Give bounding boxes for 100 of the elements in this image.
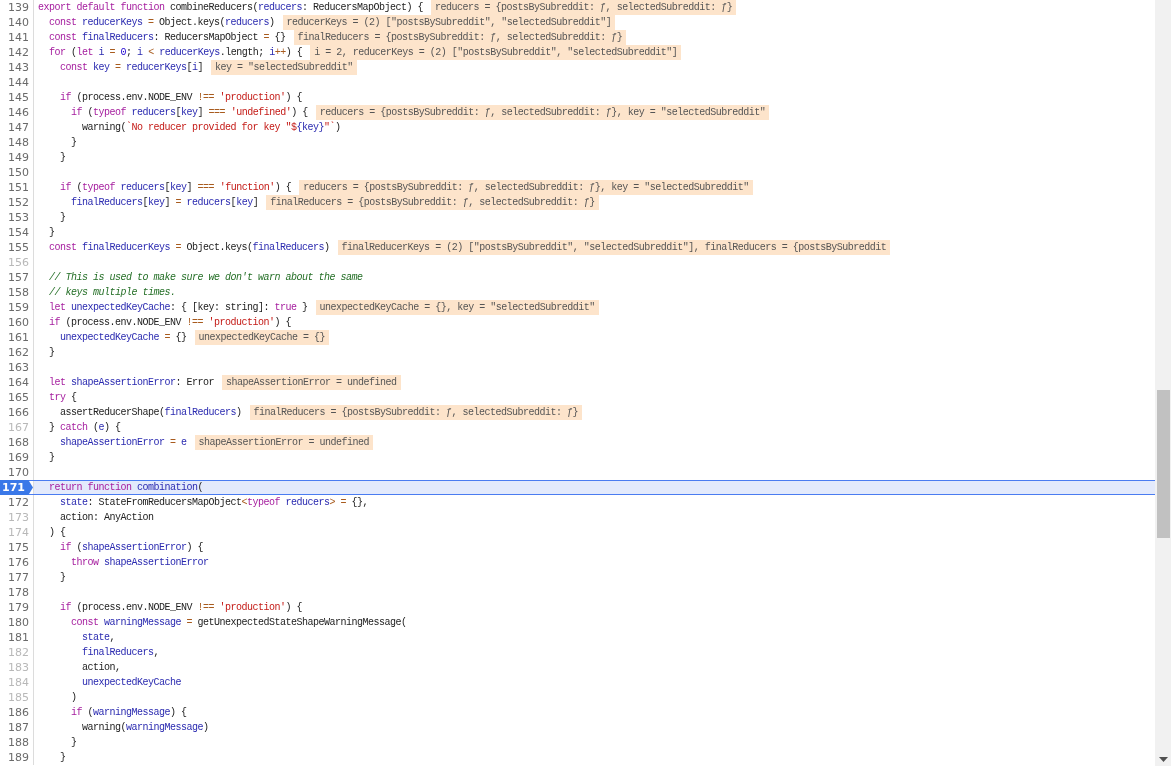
inline-value: shapeAssertionError = undefined	[222, 375, 401, 390]
line-number[interactable]: 178	[0, 585, 33, 600]
code-line: ) {	[48, 526, 66, 540]
code-line: if (warningMessage) {	[70, 706, 187, 720]
line-number[interactable]: 152	[0, 195, 33, 210]
inline-value: i = 2, reducerKeys = (2) ["postsBySubreddit", "selectedSubreddit"]	[310, 45, 682, 60]
inline-value: key = "selectedSubreddit"	[211, 60, 357, 75]
code-line: unexpectedKeyCache	[81, 676, 182, 690]
line-number[interactable]: 157	[0, 270, 33, 285]
code-line: action,	[81, 661, 121, 675]
line-number[interactable]: 147	[0, 120, 33, 135]
code-line: )	[70, 691, 77, 705]
code-line: throw shapeAssertionError	[70, 556, 209, 570]
line-number[interactable]: 177	[0, 570, 33, 585]
inline-value: reducerKeys = (2) ["postsBySubreddit", "selectedSubreddit"]	[282, 15, 616, 30]
code-line: warning(warningMessage)	[81, 721, 209, 735]
line-number[interactable]: 179	[0, 600, 33, 615]
code-line: const finalReducerKeys = Object.keys(finalReducers)	[48, 241, 330, 255]
line-number[interactable]: 168	[0, 435, 33, 450]
code-line: }	[48, 226, 55, 240]
line-number[interactable]: 189	[0, 750, 33, 765]
inline-value: reducers = {postsBySubreddit: ƒ, selectedSubreddit: ƒ}, key = "selectedSubreddit"	[299, 180, 753, 195]
inline-value: shapeAssertionError = undefined	[194, 435, 374, 450]
code-line: return function combination(	[48, 481, 204, 495]
line-number[interactable]: 169	[0, 450, 33, 465]
code-line: let shapeAssertionError: Error	[48, 376, 215, 390]
line-number[interactable]: 139	[0, 0, 33, 15]
code-line: }	[48, 451, 55, 465]
code-line: }	[59, 571, 66, 585]
code-line: }	[59, 211, 66, 225]
line-number[interactable]: 170	[0, 465, 33, 480]
line-number[interactable]: 148	[0, 135, 33, 150]
line-number[interactable]: 162	[0, 345, 33, 360]
code-line: }	[70, 136, 77, 150]
code-line: assertReducerShape(finalReducers)	[59, 406, 242, 420]
code-line: const key = reducerKeys[i]	[59, 61, 204, 75]
code-line: const reducerKeys = Object.keys(reducers)	[48, 16, 275, 30]
code-line: if (typeof reducers[key] === 'undefined') {	[70, 106, 308, 120]
line-number[interactable]: 146	[0, 105, 33, 120]
code-line: let unexpectedKeyCache: { [key: string]: true }	[48, 301, 308, 315]
code-line: if (shapeAssertionError) {	[59, 541, 204, 555]
line-number[interactable]: 142	[0, 45, 33, 60]
line-number[interactable]: 153	[0, 210, 33, 225]
code-line: // keys multiple times.	[48, 286, 176, 300]
line-number[interactable]: 141	[0, 30, 33, 45]
inline-value: finalReducers = {postsBySubreddit: ƒ, selectedSubreddit: ƒ}	[249, 405, 583, 420]
code-line: for (let i = 0; i < reducerKeys.length; i++) {	[48, 46, 303, 60]
line-number[interactable]: 140	[0, 15, 33, 30]
line-number[interactable]: 144	[0, 75, 33, 90]
line-number[interactable]: 188	[0, 735, 33, 750]
scroll-down-icon[interactable]	[1158, 757, 1168, 762]
code-line: shapeAssertionError = e	[59, 436, 187, 450]
line-number[interactable]: 164	[0, 375, 33, 390]
code-line: }	[70, 736, 77, 750]
line-number[interactable]: 161	[0, 330, 33, 345]
line-number[interactable]: 181	[0, 630, 33, 645]
code-line: }	[59, 751, 66, 765]
code-line: finalReducers[key] = reducers[key]	[70, 196, 259, 210]
line-number[interactable]: 159	[0, 300, 33, 315]
line-number[interactable]: 172	[0, 495, 33, 510]
scrollbar[interactable]	[1155, 0, 1171, 766]
code-line: try {	[48, 391, 77, 405]
inline-value: finalReducers = {postsBySubreddit: ƒ, selectedSubreddit: ƒ}	[293, 30, 627, 45]
line-number[interactable]: 166	[0, 405, 33, 420]
code-line: if (typeof reducers[key] === 'function') {	[59, 181, 292, 195]
code-line: state: StateFromReducersMapObject<typeof reducers> = {},	[59, 496, 369, 510]
line-number[interactable]: 180	[0, 615, 33, 630]
line-number[interactable]: 171	[0, 480, 33, 495]
line-number[interactable]: 155	[0, 240, 33, 255]
code-line: action: AnyAction	[59, 511, 154, 525]
inline-value: reducers = {postsBySubreddit: ƒ, selectedSubreddit: ƒ}	[431, 0, 737, 15]
line-number[interactable]: 176	[0, 555, 33, 570]
code-line: const finalReducers: ReducersMapObject = {}	[48, 31, 286, 45]
code-line: export default function combineReducers(reducers: ReducersMapObject) {	[38, 1, 424, 15]
code-line: if (process.env.NODE_ENV !== 'production') {	[59, 91, 303, 105]
line-number[interactable]: 149	[0, 150, 33, 165]
code-line: finalReducers,	[81, 646, 160, 660]
line-number[interactable]: 175	[0, 540, 33, 555]
line-number[interactable]: 163	[0, 360, 33, 375]
code-line: if (process.env.NODE_ENV !== 'production') {	[59, 601, 303, 615]
code-line: }	[59, 151, 66, 165]
code-line: unexpectedKeyCache = {}	[59, 331, 187, 345]
scrollbar-thumb[interactable]	[1156, 390, 1170, 538]
line-number[interactable]: 151	[0, 180, 33, 195]
line-number[interactable]: 187	[0, 720, 33, 735]
inline-value: finalReducerKeys = (2) ["postsBySubreddit", "selectedSubreddit"], finalReducers = {postsBySubreddit	[337, 240, 891, 255]
code-line: // This is used to make sure we don't warn about the same	[48, 271, 363, 285]
line-number[interactable]: 145	[0, 90, 33, 105]
inline-value: unexpectedKeyCache = {}, key = "selectedSubreddit"	[315, 300, 599, 315]
line-number[interactable]: 165	[0, 390, 33, 405]
line-number[interactable]: 143	[0, 60, 33, 75]
code-line: if (process.env.NODE_ENV !== 'production') {	[48, 316, 292, 330]
inline-value: reducers = {postsBySubreddit: ƒ, selectedSubreddit: ƒ}, key = "selectedSubreddit"	[315, 105, 770, 120]
inline-value: finalReducers = {postsBySubreddit: ƒ, selectedSubreddit: ƒ}	[266, 195, 599, 210]
line-number[interactable]: 160	[0, 315, 33, 330]
line-number[interactable]: 186	[0, 705, 33, 720]
line-number[interactable]: 154	[0, 225, 33, 240]
code-line: const warningMessage = getUnexpectedStateShapeWarningMessage(	[70, 616, 407, 630]
line-number[interactable]: 158	[0, 285, 33, 300]
line-number[interactable]: 150	[0, 165, 33, 180]
